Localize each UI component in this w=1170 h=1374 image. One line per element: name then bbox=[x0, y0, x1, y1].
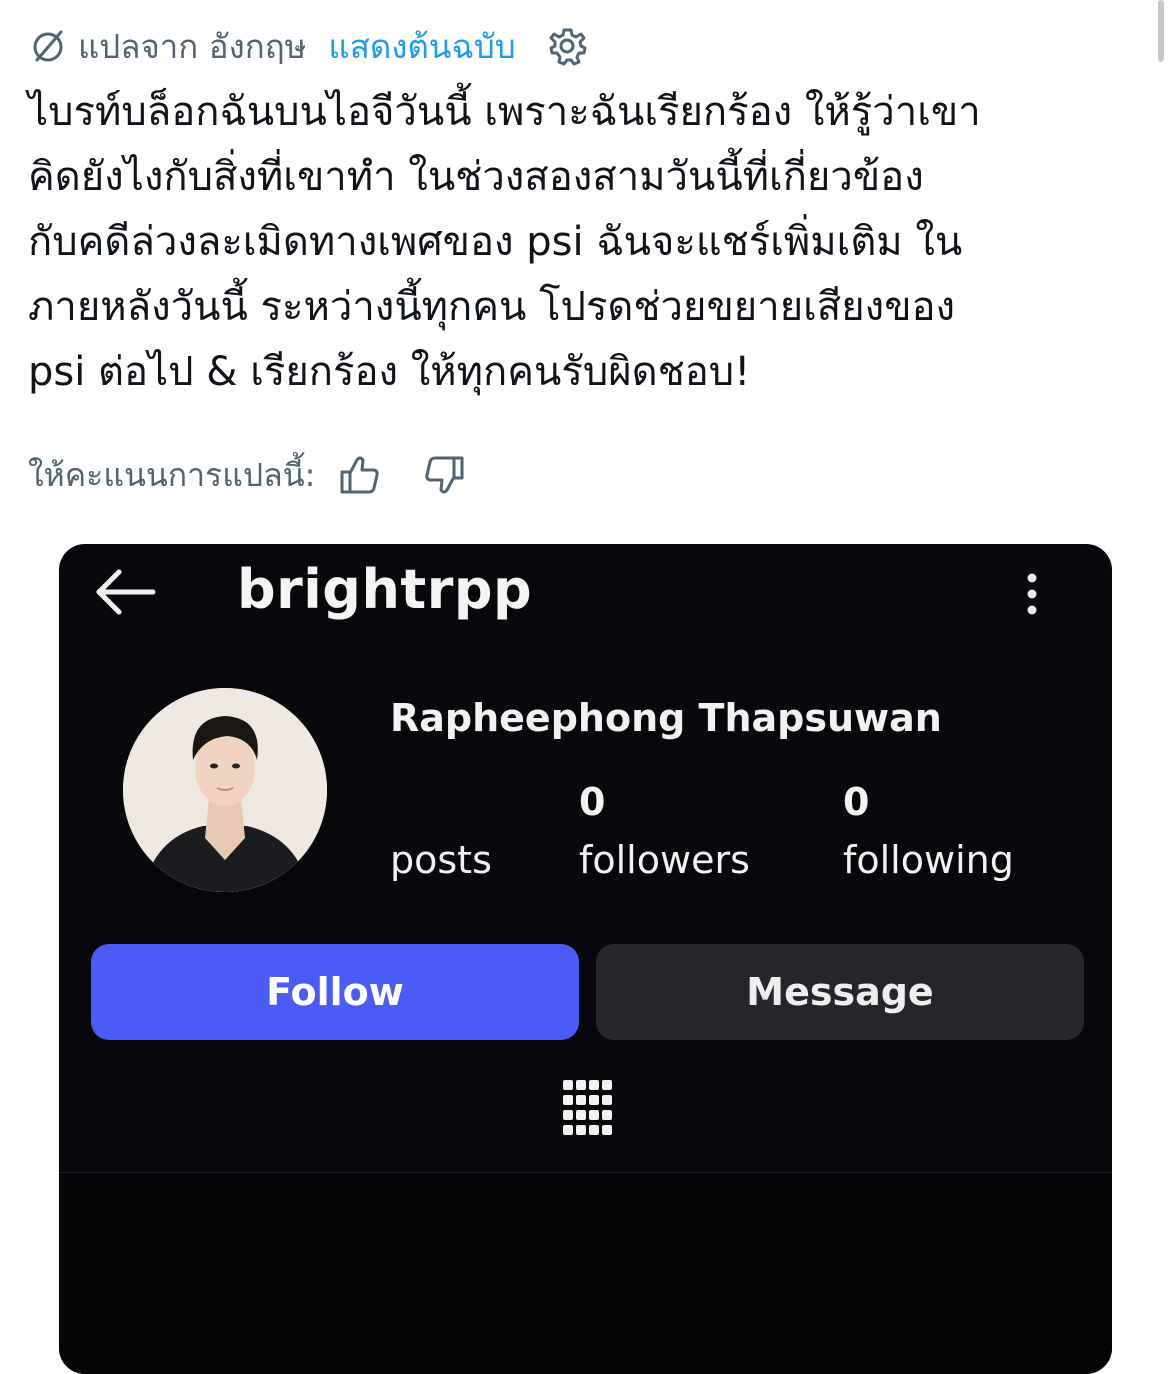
tweet-text-line: ภายหลังวันนี้ ระหว่างนี้ทุกคน โปรดช่วยขย… bbox=[28, 284, 956, 330]
show-original-link[interactable]: แสดงต้นฉบับ bbox=[328, 20, 515, 73]
translation-bar: แปลจาก อังกฤษ แสดงต้นฉบับ bbox=[28, 22, 588, 70]
tweet-text: ไบรท์บล็อกฉันบนไอจีวันนี้ เพราะฉันเรียกร… bbox=[28, 80, 1148, 405]
ig-username: brightrpp bbox=[237, 558, 533, 621]
ig-stat-label: following bbox=[843, 838, 1014, 882]
ig-stat-label: followers bbox=[579, 838, 750, 882]
embedded-screenshot[interactable]: brightrpp Rapheephong Thapsuwan posts 0 … bbox=[59, 544, 1112, 1374]
tweet-text-line: คิดยังไงกับสิ่งที่เขาทำ ในช่วงสองสามวันน… bbox=[28, 154, 924, 200]
gear-icon[interactable] bbox=[546, 25, 588, 67]
tweet-text-line: กับคดีล่วงละเมิดทางเพศของ psi ฉันจะแชร์เ… bbox=[28, 219, 963, 265]
ig-profile-header: brightrpp bbox=[59, 544, 1112, 644]
back-arrow-icon[interactable] bbox=[93, 566, 157, 618]
translated-from-label: แปลจาก อังกฤษ bbox=[78, 26, 307, 66]
ig-posts-area bbox=[59, 1173, 1112, 1374]
thumbs-down-icon[interactable] bbox=[421, 452, 467, 498]
tweet-text-line: ไบรท์บล็อกฉันบนไอจีวันนี้ เพราะฉันเรียกร… bbox=[28, 89, 981, 135]
page-scrollbar[interactable] bbox=[1158, 0, 1164, 62]
follow-button[interactable]: Follow bbox=[91, 944, 579, 1040]
ig-full-name: Rapheephong Thapsuwan bbox=[390, 696, 942, 740]
tweet-text-line: psi ต่อไป & เรียกร้อง ให้ทุกคนรับผิดชอบ! bbox=[28, 349, 751, 395]
more-options-icon[interactable] bbox=[1022, 570, 1042, 618]
ig-stat-value: 0 bbox=[843, 780, 870, 824]
ig-stat-label: posts bbox=[390, 838, 492, 882]
thumbs-up-icon[interactable] bbox=[337, 452, 383, 498]
rate-translation-label: ให้คะแนนการแปลนี้: bbox=[28, 455, 316, 494]
ig-stat-value: 0 bbox=[579, 780, 606, 824]
avatar[interactable] bbox=[123, 688, 327, 892]
rate-translation-row: ให้คะแนนการแปลนี้: bbox=[28, 448, 505, 502]
globe-icon bbox=[28, 26, 68, 66]
message-button[interactable]: Message bbox=[596, 944, 1084, 1040]
grid-icon[interactable] bbox=[561, 1078, 613, 1138]
